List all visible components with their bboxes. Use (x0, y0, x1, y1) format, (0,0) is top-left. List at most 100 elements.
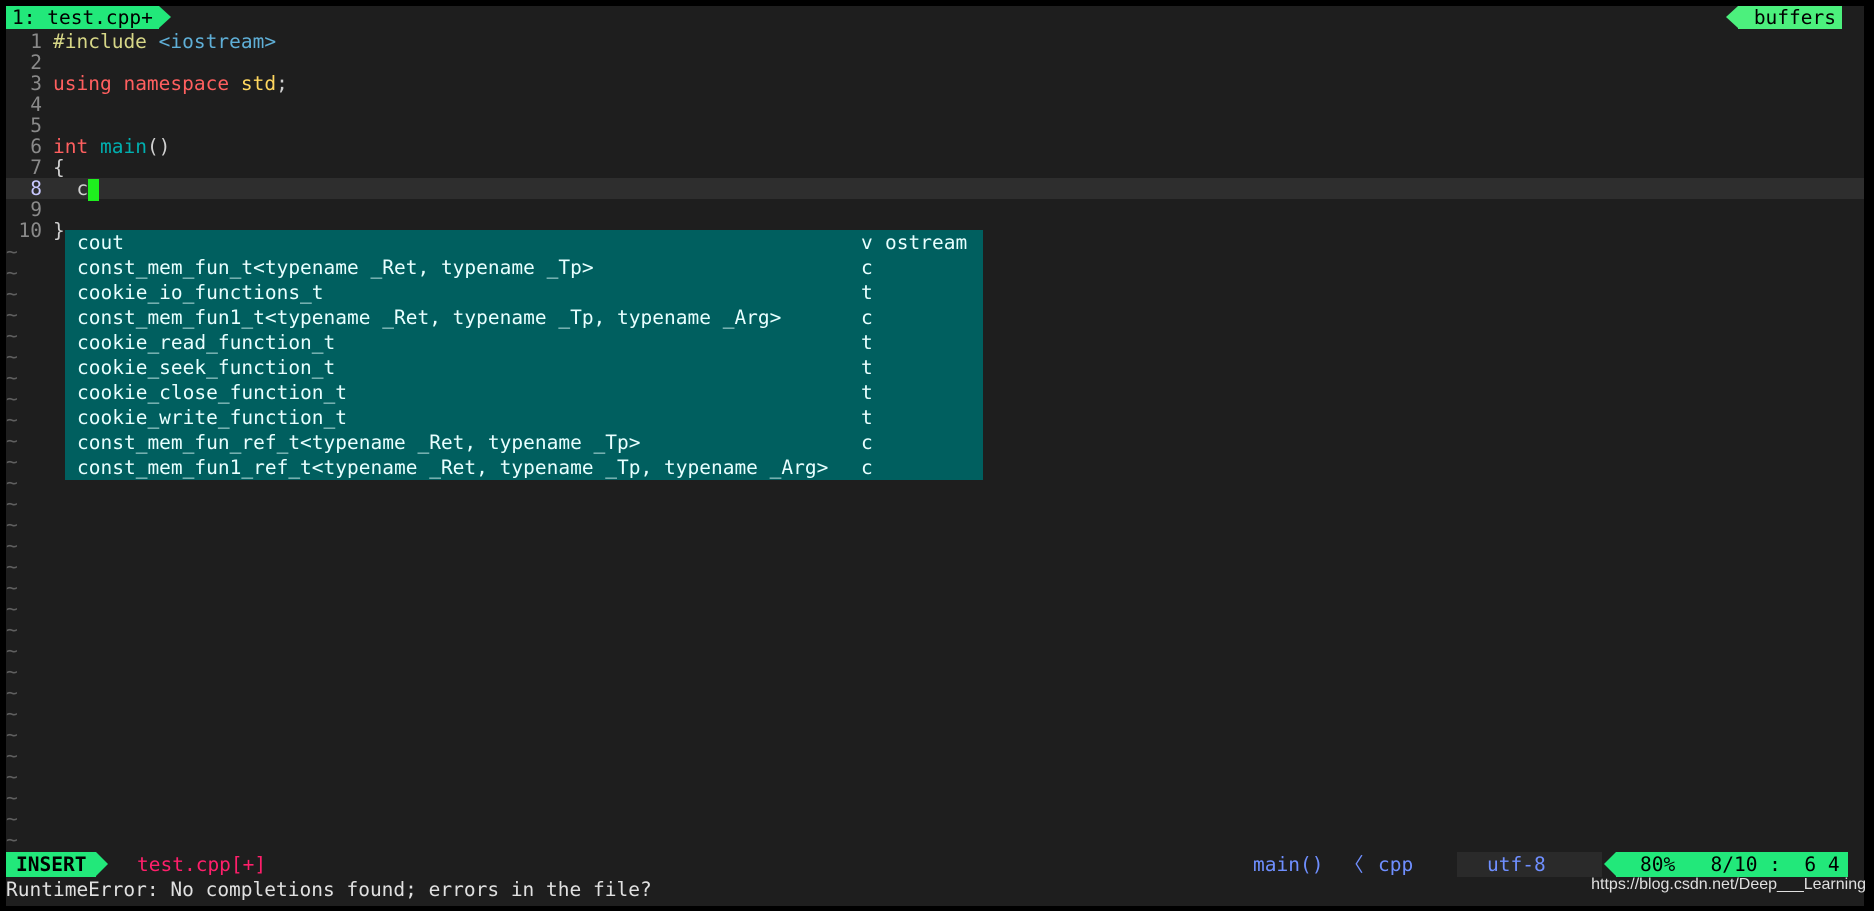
status-percent: 80% (1640, 853, 1676, 876)
empty-line-tilde: ~ (6, 303, 18, 326)
code-token: namespace (123, 72, 241, 95)
code-line[interactable]: 4 (6, 94, 42, 115)
completion-item[interactable]: const_mem_fun1_t<typename _Ret, typename… (65, 305, 983, 330)
line-number: 9 (30, 198, 42, 221)
empty-line-tilde: ~ (6, 744, 18, 767)
empty-line-tilde: ~ (6, 828, 18, 851)
code-token: ; (276, 72, 288, 95)
line-number: 10 (18, 219, 42, 242)
completion-kind: t (861, 281, 873, 304)
empty-line-tilde: ~ (6, 576, 18, 599)
vim-window: 1: test.cpp+ buffers 1 #include <iostream… (6, 6, 1864, 906)
tab-test-cpp[interactable]: 1: test.cpp+ (6, 6, 171, 29)
completion-item[interactable]: cookie_seek_function_t t (65, 355, 983, 380)
completion-item[interactable]: const_mem_fun_t<typename _Ret, typename … (65, 255, 983, 280)
completion-item[interactable]: cookie_io_functions_t t (65, 280, 983, 305)
code-line[interactable]: 5 (6, 115, 42, 136)
code-line[interactable]: 9 (6, 199, 42, 220)
code-line[interactable]: 7{ (6, 157, 65, 178)
code-text: } (53, 220, 65, 241)
tabline: 1: test.cpp+ buffers (6, 6, 1864, 31)
code-line[interactable]: 6 int main() (6, 135, 170, 158)
completion-word: cookie_read_function_t (77, 331, 336, 354)
mode-indicator: INSERT (6, 852, 109, 877)
code-token: () (146, 135, 171, 158)
status-filename: test.cpp[+] (137, 853, 267, 876)
status-position-box: 80% 8/10 : 6 4 (1604, 852, 1848, 877)
buffers-label: buffers (1725, 6, 1842, 29)
line-number: 6 (30, 135, 42, 158)
completion-word: const_mem_fun1_t<typename _Ret, typename… (77, 306, 782, 329)
empty-line-tilde: ~ (6, 324, 18, 347)
code-token: } (53, 219, 65, 242)
completion-item[interactable]: cookie_read_function_t t (65, 330, 983, 355)
code-text: { (53, 157, 65, 178)
status-filetype: cpp (1378, 853, 1414, 876)
completion-word: cookie_write_function_t (77, 406, 348, 429)
empty-line-tilde: ~ (6, 786, 18, 809)
empty-line-tilde: ~ (6, 513, 18, 536)
completion-item[interactable]: cout v ostream (65, 230, 983, 255)
completion-word: cookie_io_functions_t (77, 281, 324, 304)
code-line[interactable]: 1 #include <iostream> (6, 30, 276, 53)
empty-line-tilde: ~ (6, 765, 18, 788)
completion-menu: ostream (885, 231, 968, 254)
code-token: std (240, 72, 277, 95)
completion-kind: t (861, 406, 873, 429)
status-separator: 〈 (1344, 853, 1364, 876)
command-line-message: RuntimeError: No completions found; erro… (6, 878, 652, 901)
text-cursor (88, 178, 100, 201)
code-text: using namespace std; (53, 73, 288, 94)
watermark: https://blog.csdn.net/Deep___Learning (1591, 876, 1866, 893)
code-line[interactable]: 3 using namespace std; (6, 72, 288, 95)
empty-line-tilde: ~ (6, 282, 18, 305)
empty-line-tilde: ~ (6, 408, 18, 431)
code-token: <iostream> (158, 30, 277, 53)
line-number: 8 (30, 177, 42, 200)
code-line[interactable]: 2 (6, 52, 42, 73)
completion-item[interactable]: const_mem_fun1_ref_t<typename _Ret, type… (65, 455, 983, 480)
code-text: int main() (53, 136, 170, 157)
empty-line-tilde: ~ (6, 702, 18, 725)
line-number: 1 (30, 30, 42, 53)
completion-kind: c (861, 306, 873, 329)
statusline: INSERT test.cpp[+] main() 〈 cpp utf-8 80… (6, 852, 1864, 877)
code-line[interactable]: 8 c (6, 177, 1864, 201)
code-token: main (99, 135, 147, 158)
completion-kind: v (861, 231, 873, 254)
code-line[interactable]: 10} (6, 219, 65, 242)
empty-line-tilde: ~ (6, 450, 18, 473)
status-encoding: utf-8 (1457, 852, 1602, 877)
status-function: main() (1253, 853, 1324, 876)
empty-line-tilde: ~ (6, 345, 18, 368)
completion-item[interactable]: const_mem_fun_ref_t<typename _Ret, typen… (65, 430, 983, 455)
empty-line-tilde: ~ (6, 660, 18, 683)
completion-kind: c (861, 256, 873, 279)
code-token: using (53, 72, 124, 95)
completion-kind: c (861, 456, 873, 479)
completion-kind: t (861, 356, 873, 379)
completion-word: const_mem_fun_ref_t<typename _Ret, typen… (77, 431, 641, 454)
empty-line-tilde: ~ (6, 555, 18, 578)
code-token: int (53, 135, 100, 158)
completion-kind: c (861, 431, 873, 454)
completion-kind: t (861, 381, 873, 404)
code-token: #include (53, 30, 159, 53)
line-number: 2 (30, 51, 42, 74)
empty-line-tilde: ~ (6, 261, 18, 284)
code-token: c (53, 177, 89, 200)
completion-word: cookie_seek_function_t (77, 356, 336, 379)
empty-line-tilde: ~ (6, 492, 18, 515)
code-text: #include <iostream> (53, 31, 276, 52)
completion-kind: t (861, 331, 873, 354)
completion-word: cookie_close_function_t (77, 381, 348, 404)
status-cursor-position: 8/10 : 6 4 (1710, 853, 1840, 876)
completion-item[interactable]: cookie_write_function_t t (65, 405, 983, 430)
empty-line-tilde: ~ (6, 681, 18, 704)
empty-line-tilde: ~ (6, 471, 18, 494)
empty-line-tilde: ~ (6, 240, 18, 263)
line-number: 3 (30, 72, 42, 95)
empty-line-tilde: ~ (6, 618, 18, 641)
completion-item[interactable]: cookie_close_function_t t (65, 380, 983, 405)
empty-line-tilde: ~ (6, 597, 18, 620)
